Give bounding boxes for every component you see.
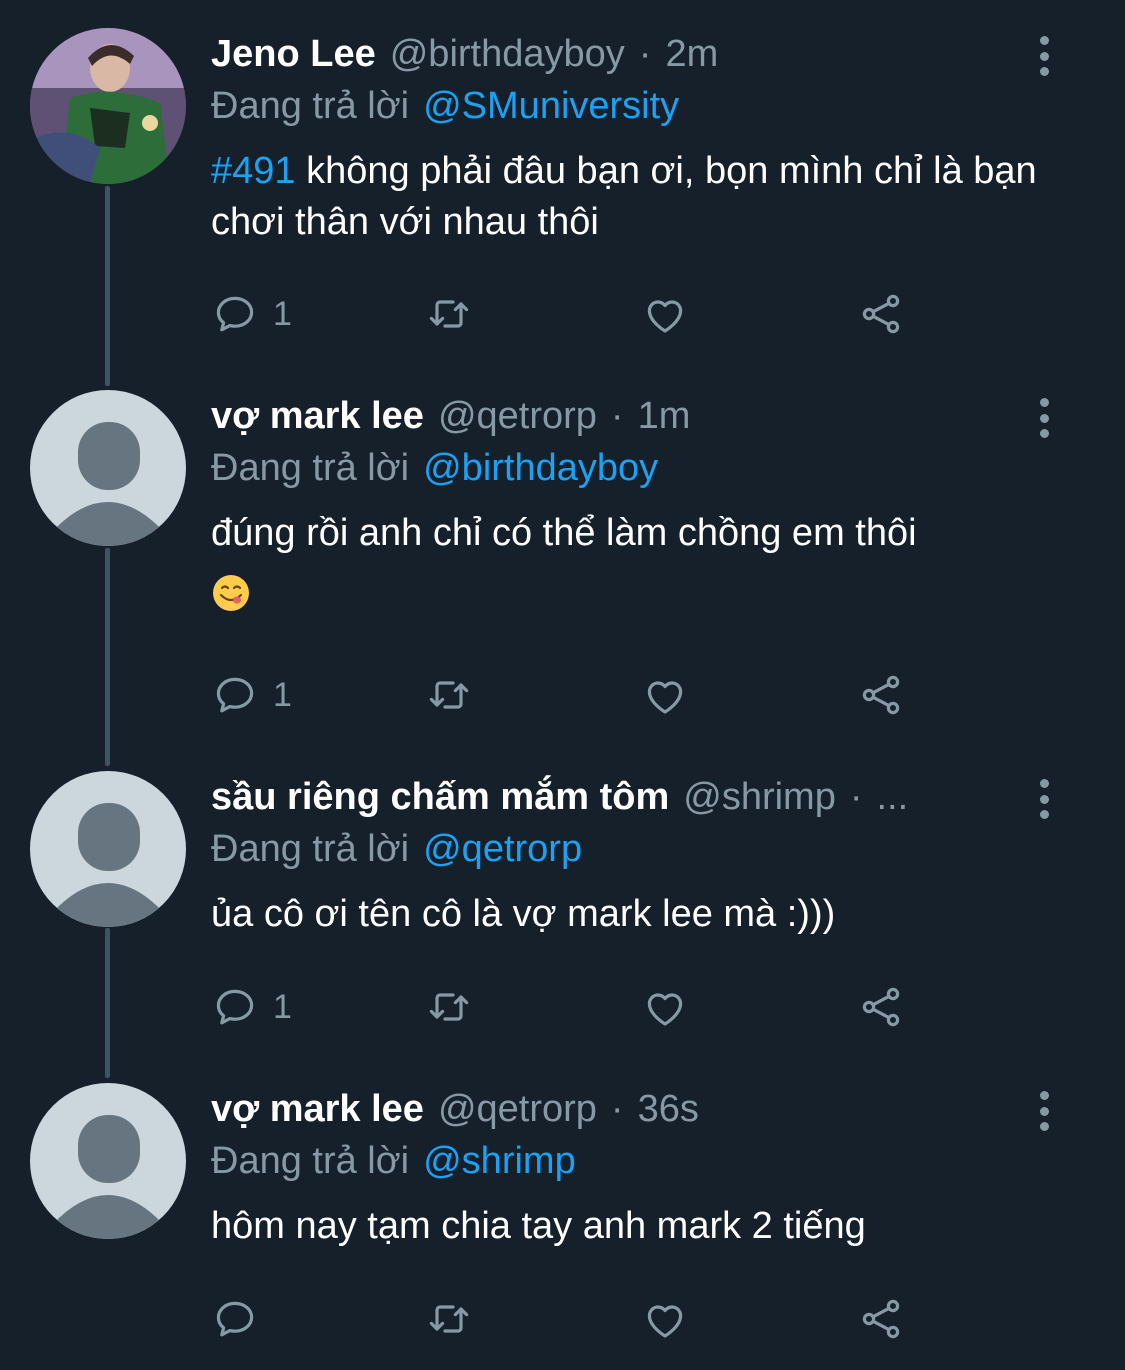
replying-to: Đang trả lời @birthdayboy — [211, 442, 1041, 494]
reply-button[interactable] — [211, 1293, 273, 1345]
replying-to: Đang trả lời @shrimp — [211, 1135, 1041, 1187]
tweet-header: vợ mark lee @qetrorp · 1m — [211, 390, 1001, 442]
tweet-actions: 1 — [211, 669, 931, 721]
tweet-actions: 1 — [211, 981, 931, 1033]
emoji-face-icon — [213, 575, 249, 611]
timestamp[interactable]: ... — [877, 776, 909, 819]
like-button[interactable] — [641, 981, 689, 1033]
like-icon — [647, 300, 683, 333]
thread-connector-line — [105, 548, 110, 766]
tweet-text: hôm nay tạm chia tay anh mark 2 tiếng — [211, 1205, 866, 1247]
timestamp[interactable]: 1m — [638, 395, 691, 438]
like-icon — [647, 1305, 683, 1338]
user-handle[interactable]: @shrimp — [683, 776, 836, 819]
retweet-icon — [429, 993, 469, 1021]
tweet-content: sầu riêng chấm mắm tôm @shrimp · ... Đan… — [211, 771, 1041, 940]
retweet-icon — [429, 1305, 469, 1333]
separator: · — [638, 32, 652, 75]
reply-icon — [216, 677, 254, 713]
share-icon — [862, 987, 900, 1027]
retweet-button[interactable] — [425, 288, 473, 340]
thread-connector-line — [105, 186, 110, 386]
user-handle[interactable]: @birthdayboy — [390, 33, 625, 76]
replying-to-label: Đang trả lời — [211, 1139, 410, 1182]
timestamp[interactable]: 36s — [638, 1088, 699, 1131]
tweet-content: vợ mark lee @qetrorp · 1m Đang trả lời @… — [211, 390, 1041, 625]
more-options-icon[interactable] — [1036, 398, 1052, 438]
retweet-button[interactable] — [425, 1293, 473, 1345]
separator: · — [610, 1087, 624, 1130]
avatar[interactable] — [30, 28, 186, 184]
default-avatar-icon — [52, 1115, 164, 1239]
more-options-icon[interactable] — [1036, 1091, 1052, 1131]
more-options-icon[interactable] — [1036, 779, 1052, 819]
tweet-text: đúng rồi anh chỉ có thể làm chồng em thô… — [211, 512, 917, 554]
tweet-header: sầu riêng chấm mắm tôm @shrimp · ... — [211, 771, 1001, 823]
share-button[interactable] — [857, 1293, 905, 1345]
replying-to-label: Đang trả lời — [211, 827, 410, 870]
avatar[interactable] — [30, 771, 186, 927]
display-name[interactable]: sầu riêng chấm mắm tôm — [211, 776, 669, 819]
mention-link[interactable]: @qetrorp — [423, 828, 582, 871]
reply-button[interactable]: 1 — [211, 981, 292, 1033]
reply-button[interactable]: 1 — [211, 288, 292, 340]
share-button[interactable] — [857, 669, 905, 721]
tweet-content: vợ mark lee @qetrorp · 36s Đang trả lời … — [211, 1083, 1041, 1252]
like-button[interactable] — [641, 669, 689, 721]
tweet-content: Jeno Lee @birthdayboy · 2m Đang trả lời … — [211, 28, 1041, 248]
tweet-header: Jeno Lee @birthdayboy · 2m — [211, 28, 1001, 80]
avatar[interactable] — [30, 390, 186, 546]
user-handle[interactable]: @qetrorp — [438, 395, 597, 438]
default-avatar-icon — [52, 422, 164, 546]
retweet-button[interactable] — [425, 981, 473, 1033]
tweet-text: #491 không phải đâu bạn ơi, bọn mình chỉ… — [211, 146, 1041, 248]
more-options-icon[interactable] — [1036, 36, 1052, 76]
replying-to: Đang trả lời @qetrorp — [211, 823, 1041, 875]
share-icon — [862, 1299, 900, 1339]
thread-connector-line — [105, 928, 110, 1078]
tweet-text: ủa cô ơi tên cô là vợ mark lee mà :))) — [211, 893, 836, 935]
replying-to-label: Đang trả lời — [211, 446, 410, 489]
profile-photo — [30, 28, 186, 184]
display-name[interactable]: Jeno Lee — [211, 33, 376, 76]
share-icon — [862, 675, 900, 715]
tweet-header: vợ mark lee @qetrorp · 36s — [211, 1083, 1001, 1135]
replying-to: Đang trả lời @SMuniversity — [211, 80, 1041, 132]
emoji-savoring-food — [211, 573, 1041, 625]
display-name[interactable]: vợ mark lee — [211, 395, 424, 438]
avatar[interactable] — [30, 1083, 186, 1239]
like-button[interactable] — [641, 1293, 689, 1345]
mention-link[interactable]: @SMuniversity — [423, 85, 679, 128]
mention-link[interactable]: @shrimp — [423, 1140, 576, 1183]
retweet-icon — [429, 681, 469, 709]
retweet-icon — [429, 300, 469, 328]
like-icon — [647, 993, 683, 1026]
share-button[interactable] — [857, 288, 905, 340]
like-icon — [647, 681, 683, 714]
tweet-actions — [211, 1293, 931, 1345]
reply-icon — [216, 1301, 254, 1337]
user-handle[interactable]: @qetrorp — [438, 1088, 597, 1131]
mention-link[interactable]: @birthdayboy — [423, 447, 658, 490]
timestamp[interactable]: 2m — [665, 33, 718, 76]
reply-icon — [216, 296, 254, 332]
default-avatar-icon — [52, 803, 164, 927]
reply-thread: Jeno Lee @birthdayboy · 2m Đang trả lời … — [0, 0, 1125, 1370]
reply-count: 1 — [273, 675, 292, 714]
retweet-button[interactable] — [425, 669, 473, 721]
share-button[interactable] — [857, 981, 905, 1033]
tweet-text-body: không phải đâu bạn ơi, bọn mình chỉ là b… — [211, 150, 1037, 243]
reply-count: 1 — [273, 987, 292, 1026]
replying-to-label: Đang trả lời — [211, 84, 410, 127]
reply-button[interactable]: 1 — [211, 669, 292, 721]
display-name[interactable]: vợ mark lee — [211, 1088, 424, 1131]
hashtag-link[interactable]: #491 — [211, 150, 296, 192]
tweet-actions: 1 — [211, 288, 931, 340]
share-icon — [862, 294, 900, 334]
separator: · — [849, 775, 863, 818]
separator: · — [610, 394, 624, 437]
reply-icon — [216, 989, 254, 1025]
like-button[interactable] — [641, 288, 689, 340]
reply-count: 1 — [273, 294, 292, 333]
